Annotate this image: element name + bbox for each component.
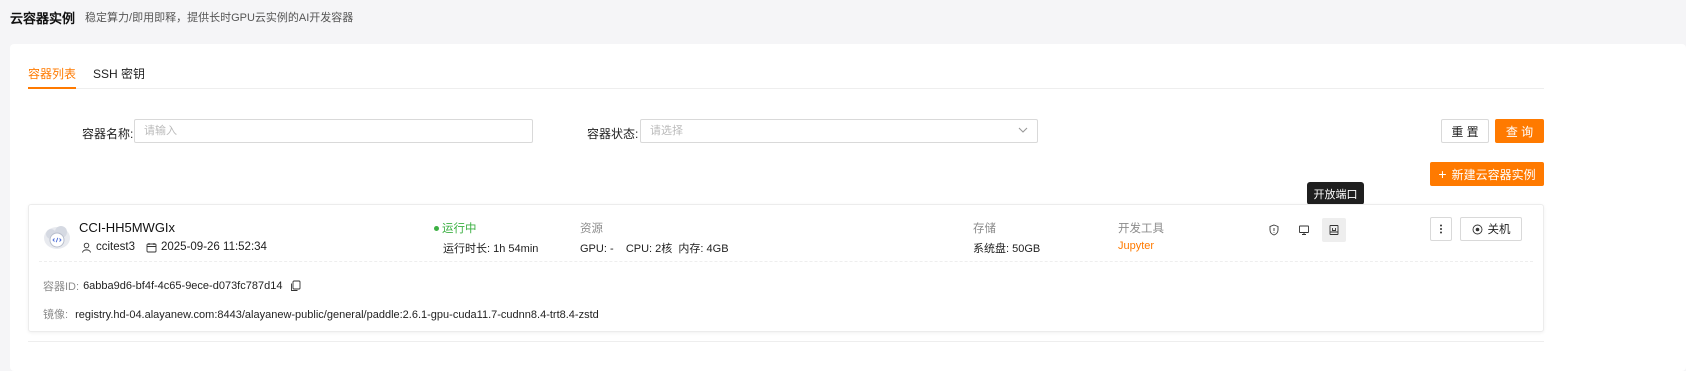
status-badge: 运行中 <box>434 220 477 236</box>
shield-icon <box>1269 224 1279 236</box>
more-actions-button[interactable] <box>1430 217 1452 241</box>
user-name: ccitest3 <box>96 241 135 253</box>
instance-name: CCI-HH5MWGIx <box>79 220 176 235</box>
copy-icon[interactable] <box>290 280 301 292</box>
power-icon <box>1472 224 1482 234</box>
page-title: 云容器实例 <box>10 10 76 26</box>
storage-label: 存储 <box>973 223 996 235</box>
image-label: 镜像: <box>43 309 69 321</box>
container-id-value: 6abba9d6-bf4f-4c65-9ece-d073fc787d14 <box>83 280 283 292</box>
runtime-label: 运行时长: <box>443 243 491 255</box>
open-port-button[interactable] <box>1322 218 1346 242</box>
instance-divider <box>39 261 1533 262</box>
port-icon <box>1329 225 1339 235</box>
chevron-down-icon <box>1018 127 1028 133</box>
runtime: 运行时长: 1h 54min <box>443 240 538 256</box>
instance-user: ccitest3 <box>81 241 135 253</box>
tab-bar: 容器列表 SSH 密钥 <box>28 65 1544 89</box>
page-description: 稳定算力/即用即释，提供长时GPU云实例的AI开发容器 <box>85 12 354 24</box>
status-text: 运行中 <box>442 223 477 235</box>
container-name-label: 容器名称: <box>82 127 134 141</box>
jupyter-link[interactable]: Jupyter <box>1118 240 1154 252</box>
reset-button[interactable]: 重 置 <box>1441 119 1489 143</box>
status-dot <box>434 225 439 231</box>
resources-label: 资源 <box>580 223 603 235</box>
resources-value: GPU: - CPU: 2核 内存: 4GB <box>580 243 729 255</box>
query-button[interactable]: 查 询 <box>1495 119 1544 143</box>
status-select-placeholder: 请选择 <box>650 125 683 137</box>
calendar-icon <box>146 242 157 252</box>
devtools-label: 开发工具 <box>1118 223 1164 235</box>
more-vertical-icon <box>1440 224 1442 234</box>
runtime-value: 1h 54min <box>493 243 539 255</box>
page-header: 云容器实例 稳定算力/即用即释，提供长时GPU云实例的AI开发容器 <box>0 0 1686 34</box>
user-icon <box>82 242 91 253</box>
monitor-icon <box>1299 225 1309 235</box>
container-id-label: 容器ID: <box>43 281 80 293</box>
security-button[interactable] <box>1262 218 1286 242</box>
new-instance-label: 新建云容器实例 <box>1451 167 1536 182</box>
main-card: 容器列表 SSH 密钥 容器名称: 请输入 容器状态: 请选择 重 置 查 询 … <box>10 44 1686 371</box>
container-avatar-icon <box>44 226 70 249</box>
created-time: 2025-09-26 11:52:34 <box>161 241 267 253</box>
container-status-select[interactable]: 请选择 <box>640 119 1038 143</box>
remote-desktop-button[interactable] <box>1292 218 1316 242</box>
instance-created: 2025-09-26 11:52:34 <box>146 241 267 253</box>
tab-container-list[interactable]: 容器列表 <box>28 65 77 89</box>
container-name-input[interactable]: 请输入 <box>134 119 533 143</box>
container-status-label: 容器状态: <box>587 127 639 141</box>
list-bottom-divider <box>28 341 1544 342</box>
storage-value: 系统盘: 50GB <box>973 243 1041 255</box>
power-off-button[interactable]: 关机 <box>1460 217 1522 241</box>
open-port-tooltip: 开放端口 <box>1307 182 1364 210</box>
power-off-label: 关机 <box>1487 224 1511 236</box>
image-value: registry.hd-04.alayanew.com:8443/alayane… <box>75 309 599 321</box>
image-row: 镜像: registry.hd-04.alayanew.com:8443/ala… <box>43 306 599 322</box>
tab-ssh-keys[interactable]: SSH 密钥 <box>93 65 145 89</box>
container-id-row: 容器ID: 6abba9d6-bf4f-4c65-9ece-d073fc787d… <box>43 278 301 294</box>
instance-card: CCI-HH5MWGIx ccitest3 2025-09-26 11:52:3… <box>28 204 1544 332</box>
plus-icon: + <box>1438 166 1447 182</box>
new-instance-button[interactable]: + 新建云容器实例 <box>1430 162 1544 186</box>
